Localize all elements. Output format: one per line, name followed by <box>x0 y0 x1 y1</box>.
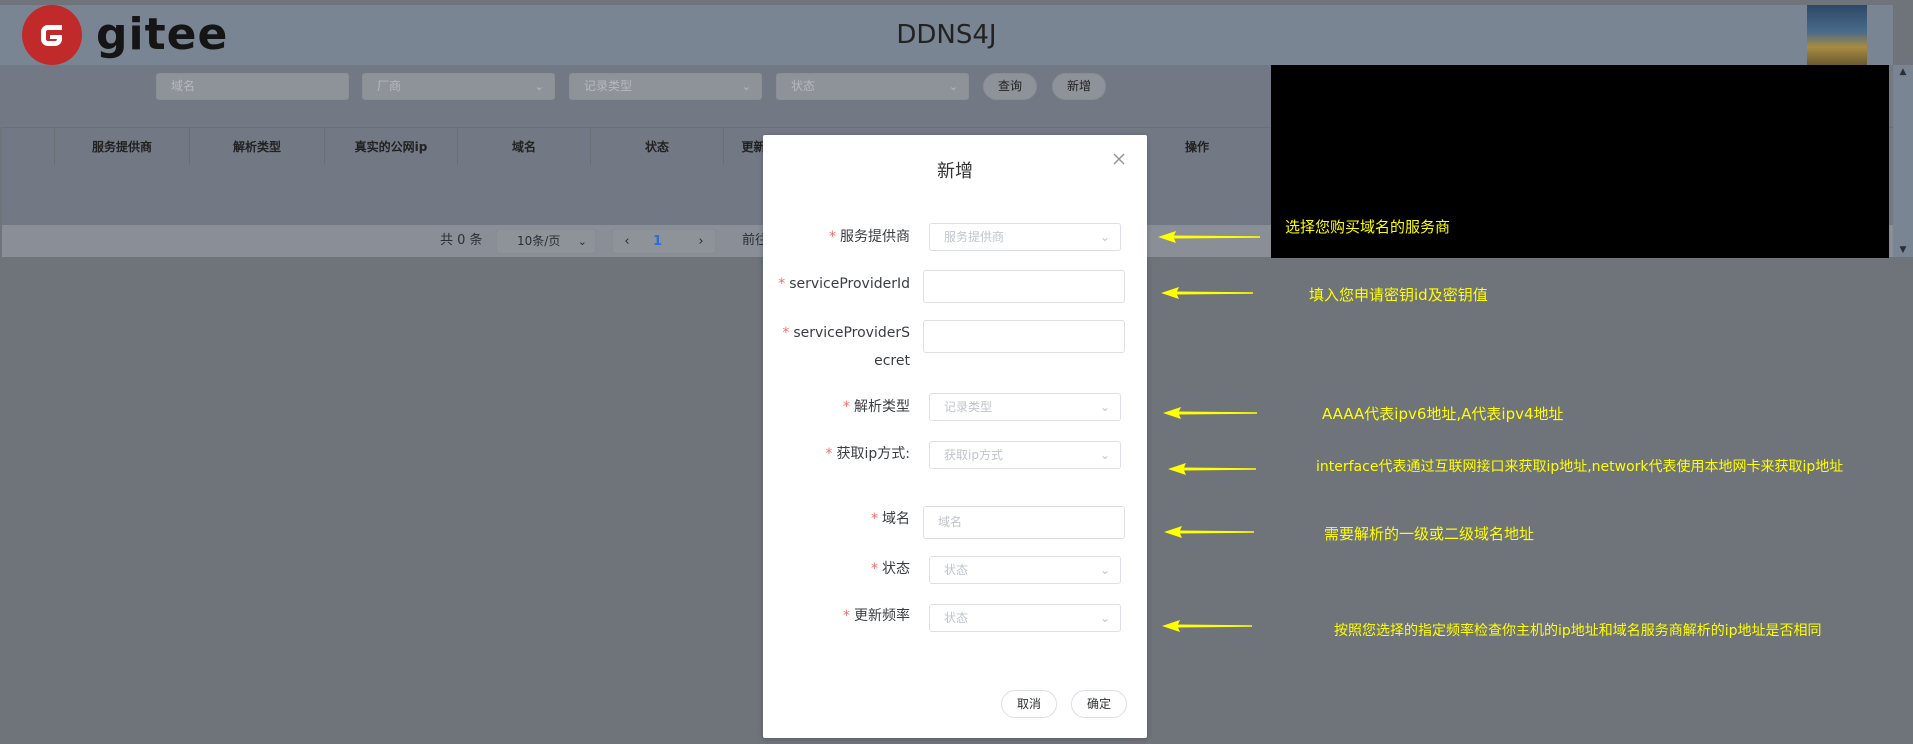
record-type-placeholder: 记录类型 <box>944 400 993 414</box>
field-label-service-provider-id: * serviceProviderId <box>778 276 910 292</box>
domain-filter-placeholder: 域名 <box>171 79 196 93</box>
status-placeholder: 状态 <box>944 563 969 577</box>
column-header: 操作 <box>1184 140 1209 154</box>
scroll-down-icon[interactable]: ▼ <box>1893 245 1913 255</box>
page-scrollbar[interactable]: ▲ ▼ <box>1893 65 1913 257</box>
add-dialog: 新增 * 服务提供商 服务提供商 ⌄ * serviceProviderId * se… <box>763 135 1147 738</box>
field-label-service-provider: * 服务提供商 <box>829 229 910 245</box>
chevron-down-icon: ⌄ <box>1099 563 1110 577</box>
column-header: 域名 <box>457 128 590 166</box>
vendor-filter-placeholder: 厂商 <box>377 79 402 93</box>
add-button[interactable]: 新增 <box>1052 73 1106 100</box>
current-page[interactable]: 1 <box>653 230 662 253</box>
field-label-ip-method: * 获取ip方式: <box>825 446 911 462</box>
chevron-down-icon: ⌄ <box>1099 611 1110 625</box>
status-select[interactable]: 状态 ⌄ <box>929 556 1121 584</box>
chevron-down-icon: ⌄ <box>1099 400 1110 414</box>
service-provider-select[interactable]: 服务提供商 ⌄ <box>929 223 1121 251</box>
confirm-button[interactable]: 确定 <box>1071 690 1127 718</box>
service-provider-secret-input[interactable] <box>923 320 1125 353</box>
scroll-up-icon[interactable]: ▲ <box>1893 67 1913 77</box>
chevron-down-icon: ⌄ <box>577 235 587 248</box>
arrow-left-icon <box>1164 526 1254 538</box>
record-type-filter-placeholder: 记录类型 <box>584 79 633 93</box>
domain-placeholder: 域名 <box>938 515 963 529</box>
column-header: 解析类型 <box>189 128 324 166</box>
chevron-down-icon: ⌄ <box>741 80 751 93</box>
ip-method-select[interactable]: 获取ip方式 ⌄ <box>929 441 1121 469</box>
record-type-select[interactable]: 记录类型 ⌄ <box>929 393 1121 421</box>
app-title: DDNS4J <box>896 20 997 50</box>
column-header: 服务提供商 <box>54 128 189 166</box>
chevron-down-icon: ⌄ <box>948 80 958 93</box>
domain-input[interactable]: 域名 <box>923 506 1125 539</box>
annotation-ip-method: interface代表通过互联网接口来获取ip地址,network代表使用本地网… <box>1316 459 1844 475</box>
pager-controls: ‹ 1 › <box>612 229 716 254</box>
service-provider-id-input[interactable] <box>923 270 1125 303</box>
update-frequency-select[interactable]: 状态 ⌄ <box>929 604 1121 632</box>
annotation-secret: 填入您申请密钥id及密钥值 <box>1309 286 1488 304</box>
vendor-filter-select[interactable]: 厂商 ⌄ <box>362 73 555 100</box>
annotation-update-frequency: 按照您选择的指定频率检查你主机的ip地址和域名服务商解析的ip地址是否相同 <box>1334 623 1822 639</box>
domain-filter-input[interactable]: 域名 <box>156 73 349 100</box>
annotation-domain: 需要解析的一级或二级域名地址 <box>1324 525 1535 543</box>
column-header: 状态 <box>590 128 723 166</box>
column-header: 真实的公网ip <box>324 128 457 166</box>
top-bar: gitee DDNS4J <box>0 5 1893 66</box>
arrow-left-icon <box>1158 231 1260 243</box>
annotation-service-provider: 选择您购买域名的服务商 <box>1285 218 1451 236</box>
pagination-total: 共 0 条 <box>440 233 483 248</box>
chevron-down-icon: ⌄ <box>1099 230 1110 244</box>
arrow-left-icon <box>1163 407 1257 419</box>
status-filter-placeholder: 状态 <box>791 79 816 93</box>
query-button[interactable]: 查询 <box>983 73 1037 100</box>
chevron-right-icon[interactable]: › <box>691 230 711 253</box>
arrow-left-icon <box>1162 620 1252 632</box>
field-label-record-type: * 解析类型 <box>843 399 910 415</box>
chevron-down-icon: ⌄ <box>534 80 544 93</box>
service-provider-placeholder: 服务提供商 <box>944 230 1005 244</box>
arrow-left-icon <box>1161 287 1253 299</box>
field-label-domain: * 域名 <box>871 511 910 527</box>
chevron-left-icon[interactable]: ‹ <box>617 230 637 253</box>
close-icon[interactable] <box>1111 151 1127 167</box>
status-filter-select[interactable]: 状态 ⌄ <box>776 73 969 100</box>
chevron-down-icon: ⌄ <box>1099 448 1110 462</box>
annotation-record-type: AAAA代表ipv6地址,A代表ipv4地址 <box>1322 405 1564 423</box>
field-label-service-provider-secret: * serviceProviderS ecret <box>782 325 910 369</box>
update-frequency-placeholder: 状态 <box>944 611 969 625</box>
user-avatar[interactable] <box>1807 5 1867 65</box>
ip-method-placeholder: 获取ip方式 <box>944 448 1003 462</box>
field-label-status: * 状态 <box>871 561 910 577</box>
field-label-update-frequency: * 更新频率 <box>843 608 910 624</box>
dialog-title: 新增 <box>937 161 973 182</box>
page-size-select[interactable]: 10条/页 ⌄ <box>496 229 596 254</box>
cancel-button[interactable]: 取消 <box>1001 690 1057 718</box>
record-type-filter-select[interactable]: 记录类型 ⌄ <box>569 73 762 100</box>
arrow-left-icon <box>1168 463 1256 475</box>
app-background: gitee DDNS4J 域名 厂商 ⌄ 记录类型 ⌄ 状态 ⌄ 查询 新增 服… <box>0 0 1913 744</box>
page-size-value: 10条/页 <box>517 234 561 248</box>
